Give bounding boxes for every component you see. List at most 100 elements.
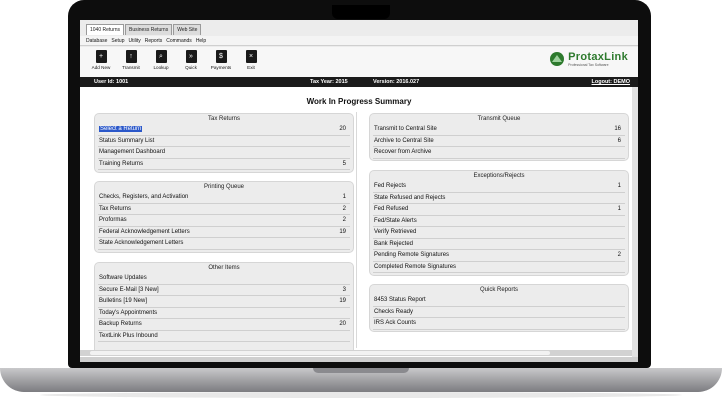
brand-name: ProtaxLink <box>568 50 628 63</box>
list-item[interactable]: Transmit to Central Site 16 <box>373 124 625 136</box>
brand-logo: ProtaxLink Professional Tax Software <box>549 51 628 67</box>
app-window: 1040 Returns Business Returns Web Site D… <box>80 20 638 362</box>
row-label: TextLink Plus Inbound <box>99 332 158 339</box>
add-new-button[interactable]: + Add New <box>86 47 116 77</box>
transmit-button[interactable]: ↑ Transmit <box>116 47 146 77</box>
list-item[interactable]: Status Summary List <box>98 136 350 147</box>
scrollbar-thumb[interactable] <box>90 351 550 355</box>
row-count: 20 <box>339 321 346 328</box>
row-label: IRS Ack Counts <box>374 320 417 327</box>
list-item[interactable]: State Acknowledgement Letters <box>98 238 350 250</box>
list-item[interactable]: Tax Returns 2 <box>98 204 350 215</box>
quick-label: Quick <box>185 65 197 70</box>
session-info-bar: User Id: 1001 Tax Year: 2015 Version: 20… <box>80 77 638 87</box>
list-item[interactable]: Archive to Central Site 6 <box>373 136 625 147</box>
exceptions-rejects-title: Exceptions/Rejects <box>473 173 525 179</box>
list-item[interactable]: Proformas 2 <box>98 215 350 227</box>
list-item[interactable]: Verify Retrieved <box>373 227 625 239</box>
brand-tagline: Professional Tax Software <box>568 62 609 67</box>
row-label: Management Dashboard <box>99 149 166 156</box>
column-divider <box>356 112 357 348</box>
list-item[interactable]: Management Dashboard <box>98 147 350 159</box>
list-item[interactable]: TextLink Plus Inbound <box>98 331 350 342</box>
tab-business-returns[interactable]: Business Returns <box>125 24 173 35</box>
row-count: 16 <box>614 126 621 133</box>
row-label: Fed Refused <box>374 206 409 213</box>
list-item[interactable]: Federal Acknowledgement Letters 19 <box>98 227 350 238</box>
menu-reports[interactable]: Reports <box>145 36 163 45</box>
menu-database[interactable]: Database <box>86 36 107 45</box>
menu-commands[interactable]: Commands <box>166 36 192 45</box>
laptop-shadow <box>40 392 682 398</box>
list-item[interactable]: Today's Appointments <box>98 308 350 319</box>
work-in-progress-summary: Work In Progress Summary Tax Returns Sel… <box>80 87 638 357</box>
list-item[interactable]: Completed Remote Signatures <box>373 262 625 273</box>
quick-icon: » <box>185 50 197 63</box>
list-item[interactable]: Recover from Archive <box>373 147 625 159</box>
menu-bar: Database Setup Utility Reports Commands … <box>80 36 638 46</box>
list-item[interactable]: Bank Rejected <box>373 239 625 250</box>
laptop-opening-lip <box>313 368 409 373</box>
list-item[interactable]: Secure E-Mail [3 New] 3 <box>98 285 350 296</box>
list-item[interactable]: Checks, Registers, and Activation 1 <box>98 192 350 204</box>
list-item[interactable]: Fed/State Alerts <box>373 216 625 227</box>
payments-button[interactable]: $ Payments <box>206 47 236 77</box>
payments-label: Payments <box>210 65 232 70</box>
row-label: Fed/State Alerts <box>374 217 417 224</box>
quick-reports-panel: Quick Reports 8453 Status Report Checks … <box>370 285 628 331</box>
transmit-queue-panel: Transmit Queue Transmit to Central Site … <box>370 114 628 160</box>
row-label: Transmit to Central Site <box>374 126 437 133</box>
add-new-icon: + <box>95 50 107 63</box>
list-item[interactable]: Fed Refused 1 <box>373 204 625 216</box>
tab-1040-returns[interactable]: 1040 Returns <box>86 24 125 35</box>
row-label: Status Summary List <box>99 137 155 144</box>
list-item[interactable]: 8453 Status Report <box>373 295 625 307</box>
tax-returns-panel: Tax Returns Select a Return 20 Status Su… <box>95 114 353 172</box>
exit-label: Exit <box>247 65 255 70</box>
row-label: Bank Rejected <box>374 240 414 247</box>
lookup-button[interactable]: ⌕ Lookup <box>146 47 176 77</box>
row-label: Checks, Registers, and Activation <box>99 194 189 201</box>
row-count: 2 <box>342 205 346 212</box>
row-label: Backup Returns <box>99 321 142 328</box>
list-item[interactable]: Fed Rejects 1 <box>373 181 625 193</box>
exit-button[interactable]: × Exit <box>236 47 266 77</box>
version: Version: 2016.027 <box>373 79 420 85</box>
row-label: Today's Appointments <box>99 309 158 316</box>
page-title: Work In Progress Summary <box>306 97 412 106</box>
menu-utility[interactable]: Utility <box>128 36 140 45</box>
list-item[interactable]: Backup Returns 20 <box>98 319 350 331</box>
horizontal-scrollbar[interactable] <box>80 350 638 356</box>
user-id: User Id: 1001 <box>94 79 129 85</box>
quick-button[interactable]: » Quick <box>176 47 206 77</box>
list-item[interactable]: Bulletins [19 New] 19 <box>98 296 350 308</box>
row-label: Secure E-Mail [3 New] <box>99 286 159 293</box>
list-item[interactable]: IRS Ack Counts <box>373 318 625 330</box>
row-label: Tax Returns <box>99 205 132 212</box>
row-label: Archive to Central Site <box>374 137 434 144</box>
transmit-icon: ↑ <box>125 50 137 63</box>
row-count: 20 <box>339 126 346 133</box>
payments-icon: $ <box>215 50 227 63</box>
printing-queue-title: Printing Queue <box>203 184 245 190</box>
list-item[interactable]: Pending Remote Signatures 2 <box>373 250 625 262</box>
row-count: 19 <box>339 228 346 235</box>
tab-web-site[interactable]: Web Site <box>173 24 202 35</box>
other-items-title: Other Items <box>208 265 240 271</box>
menu-setup[interactable]: Setup <box>111 36 124 45</box>
list-item[interactable]: Training Returns 5 <box>98 159 350 170</box>
tax-year: Tax Year: 2015 <box>310 79 348 85</box>
list-item[interactable]: Select a Return 20 <box>98 124 350 136</box>
row-label: Fed Rejects <box>374 183 407 190</box>
list-item[interactable]: State Refused and Rejects <box>373 193 625 204</box>
row-label: Pending Remote Signatures <box>374 252 450 259</box>
logout-link[interactable]: Logout: DEMO <box>592 77 631 87</box>
lookup-label: Lookup <box>153 65 169 70</box>
list-item[interactable]: Software Updates <box>98 273 350 285</box>
row-label: Training Returns <box>99 160 144 167</box>
list-item[interactable]: Checks Ready <box>373 307 625 318</box>
camera-notch <box>332 5 390 19</box>
vertical-scrollbar[interactable] <box>632 87 638 357</box>
menu-help[interactable]: Help <box>196 36 206 45</box>
row-count: 19 <box>339 298 346 305</box>
